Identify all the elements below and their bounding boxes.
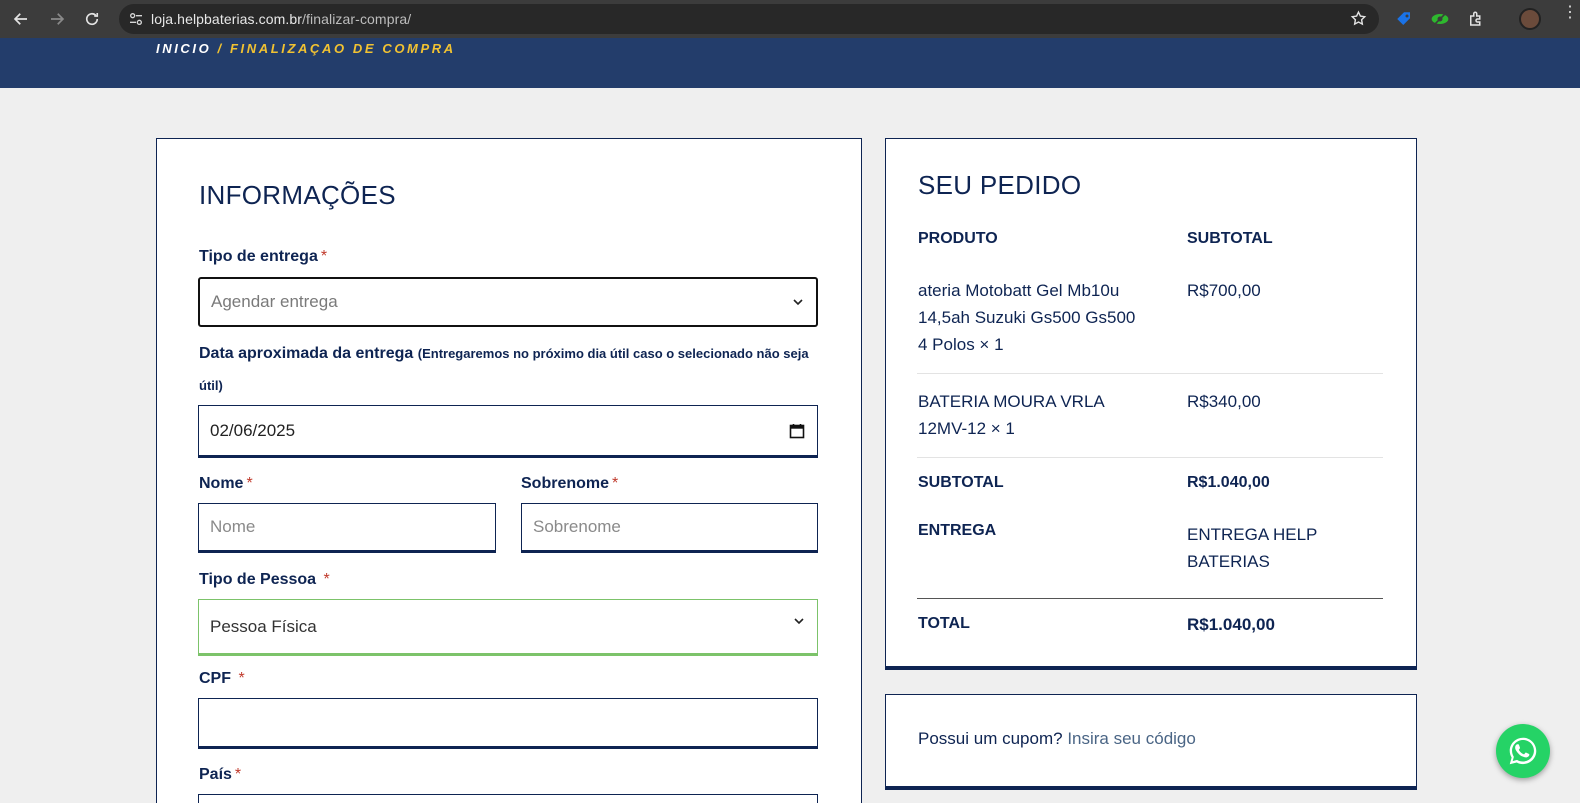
col-product-header: PRODUTO <box>918 230 998 247</box>
breadcrumb: INICIO / FINALIZAÇAO DE COMPRA <box>156 41 456 56</box>
shipping-value: ENTREGA HELP BATERIAS <box>1187 525 1318 571</box>
last-name-input[interactable]: Sobrenome <box>521 503 818 553</box>
delivery-date-input[interactable]: 02/06/2025 <box>198 405 818 458</box>
browser-toolbar: loja.helpbaterias.com.br/finalizar-compr… <box>0 0 1580 38</box>
person-type-value: Pessoa Física <box>210 616 317 636</box>
breadcrumb-current: FINALIZAÇAO DE COMPRA <box>229 41 456 56</box>
reload-icon[interactable] <box>75 2 109 36</box>
delivery-type-select[interactable]: Agendar entrega <box>198 277 818 327</box>
breadcrumb-separator: / <box>211 41 230 56</box>
cpf-label: CPF * <box>199 670 245 687</box>
whatsapp-chat-button[interactable] <box>1496 724 1550 778</box>
extension-tag-icon[interactable] <box>1393 8 1415 30</box>
delivery-date-value: 02/06/2025 <box>210 420 296 440</box>
first-name-input[interactable]: Nome <box>198 503 496 553</box>
row-divider <box>917 457 1383 458</box>
delivery-type-label: Tipo de entrega * <box>199 248 328 265</box>
calendar-icon[interactable] <box>789 423 805 439</box>
order-title: SEU PEDIDO <box>918 170 1082 200</box>
person-type-select[interactable]: Pessoa Física <box>198 599 818 656</box>
order-item-name: BATERIA MOURA VRLA 12MV-12 × 1 <box>918 392 1105 438</box>
coupon-question: Possui um cupom? <box>918 729 1063 748</box>
breadcrumb-home-link[interactable]: INICIO <box>156 41 211 56</box>
row-divider <box>917 373 1383 374</box>
back-icon[interactable] <box>4 2 38 36</box>
url-text: loja.helpbaterias.com.br/finalizar-compr… <box>151 11 412 27</box>
last-name-label: Sobrenome * <box>521 475 619 492</box>
person-type-label: Tipo de Pessoa * <box>199 571 330 588</box>
subtotal-label: SUBTOTAL <box>918 474 1004 491</box>
order-item-price: R$340,00 <box>1187 392 1261 411</box>
bookmark-star-icon[interactable] <box>1350 10 1367 32</box>
total-value: R$1.040,00 <box>1187 615 1275 634</box>
chevron-down-icon <box>794 618 804 625</box>
shipping-label: ENTREGA <box>918 522 997 539</box>
site-header: INICIO / FINALIZAÇAO DE COMPRA <box>0 38 1580 88</box>
first-name-label: Nome * <box>199 475 253 492</box>
country-select[interactable] <box>198 794 818 803</box>
country-label: País * <box>199 766 242 783</box>
extension-eye-icon[interactable] <box>1429 8 1451 30</box>
address-bar[interactable]: loja.helpbaterias.com.br/finalizar-compr… <box>119 4 1379 34</box>
delivery-date-label: Data aproximada da entrega (Entregaremos… <box>199 345 809 362</box>
forward-icon[interactable] <box>40 2 74 36</box>
chevron-down-icon <box>793 299 803 306</box>
cpf-input[interactable] <box>198 698 818 749</box>
order-item-name: ateria Motobatt Gel Mb10u 14,5ah Suzuki … <box>918 281 1136 354</box>
profile-avatar[interactable] <box>1519 8 1541 30</box>
first-name-placeholder: Nome <box>210 517 256 536</box>
last-name-placeholder: Sobrenome <box>533 517 621 536</box>
delivery-date-hint-cont: útil) <box>199 378 223 393</box>
subtotal-value: R$1.040,00 <box>1187 474 1270 491</box>
order-item-price: R$700,00 <box>1187 281 1261 300</box>
total-label: TOTAL <box>918 615 970 632</box>
coupon-link[interactable]: Insira seu código <box>1067 729 1196 748</box>
col-subtotal-header: SUBTOTAL <box>1187 230 1273 247</box>
extensions-puzzle-icon[interactable] <box>1465 8 1487 30</box>
total-divider <box>917 598 1383 599</box>
delivery-type-value: Agendar entrega <box>211 292 338 311</box>
site-settings-icon[interactable] <box>121 4 151 34</box>
information-title: INFORMAÇÕES <box>199 180 396 210</box>
whatsapp-icon <box>1509 737 1537 765</box>
coupon-prompt: Possui um cupom? Insira seu código <box>918 729 1196 749</box>
browser-menu-icon[interactable]: ⋮ <box>1562 5 1578 21</box>
